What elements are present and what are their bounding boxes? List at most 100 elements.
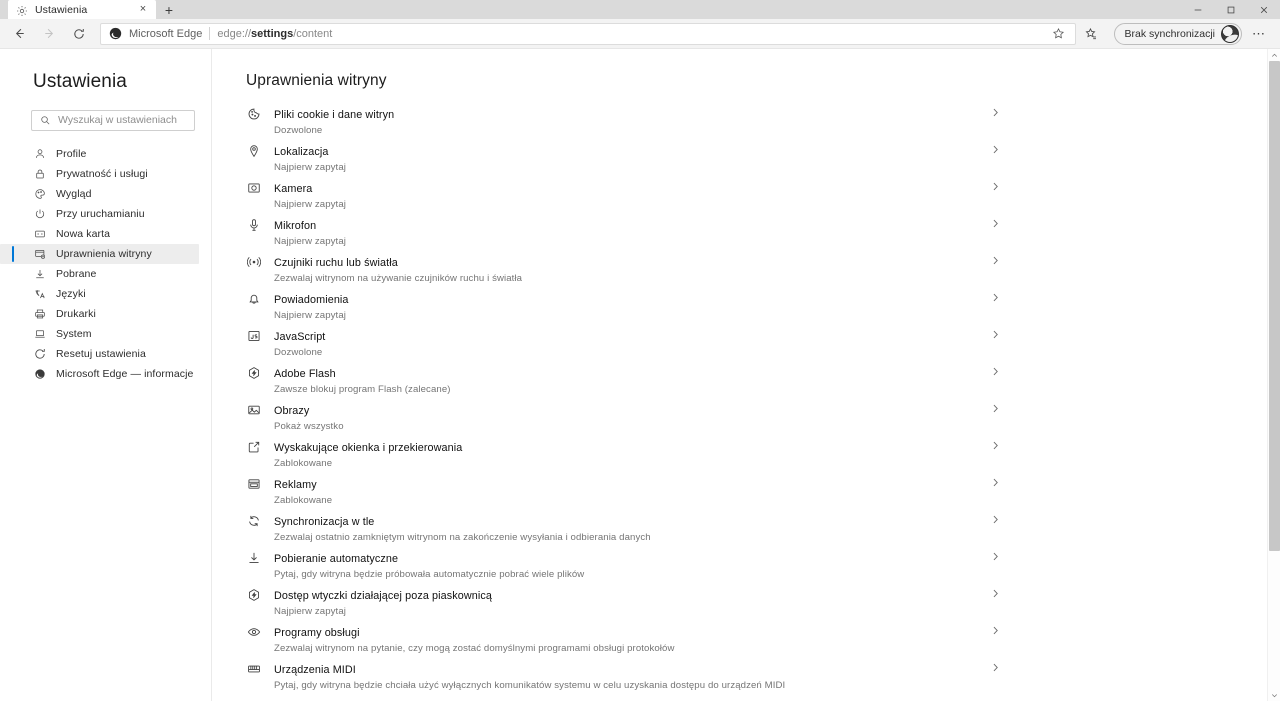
chevron-right-icon[interactable]: [989, 365, 1001, 377]
sidebar-item-label: Pobrane: [56, 268, 97, 280]
permission-row[interactable]: Adobe Flash Zawsze blokuj program Flash …: [246, 364, 998, 401]
sidebar-item-profile[interactable]: Profile: [0, 144, 199, 164]
permission-row[interactable]: Wyskakujące okienka i przekierowania Zab…: [246, 438, 998, 475]
permission-row[interactable]: Synchronizacja w tle Zezwalaj ostatnio z…: [246, 512, 998, 549]
chevron-right-icon[interactable]: [989, 476, 1001, 488]
chevron-right-icon[interactable]: [989, 550, 1001, 562]
browser-window: Ustawienia × + Microsoft Edge edge://set…: [0, 0, 1280, 701]
edge-logo-icon: [109, 27, 122, 40]
chevron-right-icon[interactable]: [989, 439, 1001, 451]
permission-row[interactable]: Kamera Najpierw zapytaj: [246, 179, 998, 216]
image-icon: [246, 403, 262, 417]
permission-row[interactable]: Mikrofon Najpierw zapytaj: [246, 216, 998, 253]
address-bar[interactable]: Microsoft Edge edge://settings/content: [100, 22, 1076, 45]
sidebar-item-reset[interactable]: Resetuj ustawienia: [0, 344, 199, 364]
chevron-right-icon[interactable]: [989, 106, 1001, 118]
content-scrollbar[interactable]: [1267, 49, 1280, 701]
back-arrow-icon[interactable]: [4, 21, 34, 47]
permission-name: Pobieranie automatyczne: [274, 553, 399, 565]
site-permissions-icon: [33, 247, 47, 261]
sidebar-item-printers[interactable]: Drukarki: [0, 304, 199, 324]
search-input[interactable]: [58, 111, 186, 130]
chevron-right-icon[interactable]: [989, 180, 1001, 192]
chevron-right-icon[interactable]: [989, 328, 1001, 340]
site-permissions-list: Pliki cookie i dane witryn Dozwolone Lok…: [246, 105, 998, 697]
permission-row[interactable]: Programy obsługi Zezwalaj witrynom na py…: [246, 623, 998, 660]
omnibox-url[interactable]: edge://settings/content: [217, 28, 1039, 40]
permission-name: Dostęp wtyczki działającej poza piaskown…: [274, 590, 492, 602]
power-icon: [33, 207, 47, 221]
permission-status: Zezwalaj witrynom na używanie czujników …: [274, 273, 523, 284]
permission-row[interactable]: Powiadomienia Najpierw zapytaj: [246, 290, 998, 327]
new-tab-button[interactable]: +: [156, 0, 182, 19]
sidebar-item-system[interactable]: System: [0, 324, 199, 344]
reset-icon: [35, 349, 45, 359]
permission-status: Najpierw zapytaj: [274, 606, 346, 617]
sidebar-item-appearance[interactable]: Wygląd: [0, 184, 199, 204]
sidebar-item-about-edge[interactable]: Microsoft Edge — informacje: [0, 364, 199, 384]
permission-row[interactable]: Obrazy Pokaż wszystko: [246, 401, 998, 438]
tab-close-icon[interactable]: ×: [136, 3, 150, 17]
chevron-right-icon[interactable]: [989, 513, 1001, 525]
permission-row[interactable]: Dostęp wtyczki działającej poza piaskown…: [246, 586, 998, 623]
download-icon: [33, 267, 47, 281]
sidebar-item-label: Resetuj ustawienia: [56, 348, 146, 360]
permission-row[interactable]: Urządzenia MIDI Pytaj, gdy witryna będzi…: [246, 660, 998, 697]
chevron-right-icon[interactable]: [989, 291, 1001, 303]
browser-toolbar: Microsoft Edge edge://settings/content B…: [0, 19, 1280, 49]
profile-sync-label: Brak synchronizacji: [1124, 27, 1215, 40]
search-settings-box[interactable]: [31, 110, 195, 131]
forward-arrow-icon: [34, 21, 64, 47]
permission-status: Zezwalaj witrynom na pytanie, czy mogą z…: [274, 643, 675, 654]
chevron-right-icon[interactable]: [989, 217, 1001, 229]
chevron-right-icon[interactable]: [989, 624, 1001, 636]
chevron-right-icon[interactable]: [989, 587, 1001, 599]
chevron-right-icon[interactable]: [989, 402, 1001, 414]
sidebar-item-label: Wygląd: [56, 188, 92, 200]
collections-icon[interactable]: [1076, 21, 1106, 47]
permission-row[interactable]: Pobieranie automatyczne Pytaj, gdy witry…: [246, 549, 998, 586]
minimize-icon[interactable]: [1181, 0, 1214, 19]
permission-row[interactable]: JavaScript Dozwolone: [246, 327, 998, 364]
star-icon[interactable]: [1047, 24, 1071, 44]
maximize-icon[interactable]: [1214, 0, 1247, 19]
sidebar-item-label: Nowa karta: [56, 228, 111, 240]
chevron-right-icon[interactable]: [989, 661, 1001, 673]
permission-status: Dozwolone: [274, 125, 323, 136]
permission-status: Najpierw zapytaj: [274, 310, 346, 321]
url-suffix: /content: [293, 27, 333, 40]
chevron-right-icon[interactable]: [989, 254, 1001, 266]
permission-row[interactable]: Pliki cookie i dane witryn Dozwolone: [246, 105, 998, 142]
sidebar-item-privacy[interactable]: Prywatność i usługi: [0, 164, 199, 184]
chevron-down-icon[interactable]: [1268, 689, 1280, 701]
sidebar-item-languages[interactable]: Języki: [0, 284, 199, 304]
permission-row[interactable]: Czujniki ruchu lub światła Zezwalaj witr…: [246, 253, 998, 290]
palette-icon: [33, 187, 47, 201]
languages-icon: [33, 287, 47, 301]
main-heading: Uprawnienia witryny: [246, 72, 387, 89]
sidebar-item-newtab[interactable]: Nowa karta: [0, 224, 199, 244]
chevron-up-icon[interactable]: [1268, 49, 1280, 61]
refresh-icon[interactable]: [64, 21, 94, 47]
chevron-right-icon[interactable]: [989, 143, 1001, 155]
permission-status: Najpierw zapytaj: [274, 199, 346, 210]
bell-icon: [246, 292, 262, 306]
permission-name: Obrazy: [274, 405, 310, 417]
sidebar-item-downloads[interactable]: Pobrane: [0, 264, 199, 284]
javascript-icon: [246, 329, 262, 343]
camera-icon: [246, 181, 262, 195]
permission-row[interactable]: Reklamy Zablokowane: [246, 475, 998, 512]
close-icon[interactable]: [1247, 0, 1280, 19]
profile-sync-button[interactable]: Brak synchronizacji: [1113, 22, 1242, 45]
permission-row[interactable]: Lokalizacja Najpierw zapytaj: [246, 142, 998, 179]
scrollbar-thumb[interactable]: [1269, 61, 1280, 551]
browser-tab[interactable]: Ustawienia ×: [8, 0, 156, 19]
sidebar-item-startup[interactable]: Przy uruchamianiu: [0, 204, 199, 224]
sidebar-item-label: Przy uruchamianiu: [56, 208, 145, 220]
more-horizontal-icon[interactable]: ⋯: [1246, 21, 1272, 47]
sidebar-item-site-permissions[interactable]: Uprawnienia witryny: [0, 244, 199, 264]
laptop-icon: [33, 327, 47, 341]
permission-status: Zablokowane: [274, 458, 333, 469]
settings-main-panel: Uprawnienia witryny Pliki cookie i dane …: [212, 49, 1280, 701]
permission-name: Lokalizacja: [274, 146, 329, 158]
